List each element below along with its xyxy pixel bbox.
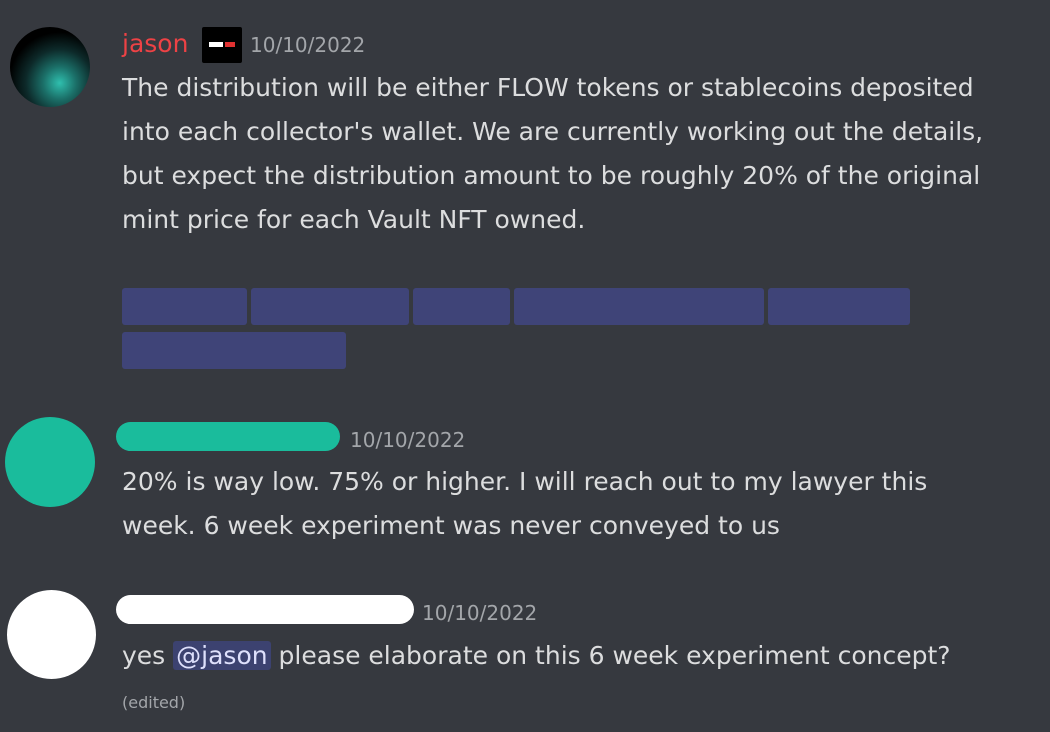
message-text-segment: please elaborate on this 6 week experime… (278, 641, 951, 670)
message-content: The distribution will be either FLOW tok… (122, 66, 983, 242)
message-timestamp: 10/10/2022 (350, 428, 466, 452)
message-timestamp: 10/10/2022 (250, 33, 366, 57)
vault-logo-icon (209, 40, 235, 50)
edited-label: (edited) (122, 693, 186, 712)
vault-logo-badge (202, 27, 242, 63)
redacted-block (251, 288, 409, 325)
message-content: 20% is way low. 75% or higher. I will re… (122, 460, 927, 548)
message-line: mint price for each Vault NFT owned. (122, 205, 586, 234)
message-content: yes @jason please elaborate on this 6 we… (122, 634, 951, 678)
author-name[interactable]: jason (122, 28, 188, 60)
message-timestamp: 10/10/2022 (422, 601, 538, 625)
redacted-author-name[interactable] (116, 595, 414, 624)
redacted-block (768, 288, 910, 325)
message-line: week. 6 week experiment was never convey… (122, 511, 780, 540)
user-avatar[interactable] (7, 590, 96, 679)
message-line: into each collector's wallet. We are cur… (122, 117, 984, 146)
message-line: but expect the distribution amount to be… (122, 161, 981, 190)
message-line: 20% is way low. 75% or higher. I will re… (122, 467, 928, 496)
user-avatar[interactable] (5, 417, 95, 507)
redacted-block (122, 332, 346, 369)
message-text-segment: yes (122, 641, 166, 670)
redacted-block (122, 288, 247, 325)
redacted-block (514, 288, 764, 325)
user-avatar[interactable] (10, 27, 90, 107)
redacted-author-name[interactable] (116, 422, 340, 451)
message-line: The distribution will be either FLOW tok… (122, 73, 974, 102)
user-mention[interactable]: @jason (173, 641, 271, 670)
redacted-block (413, 288, 510, 325)
